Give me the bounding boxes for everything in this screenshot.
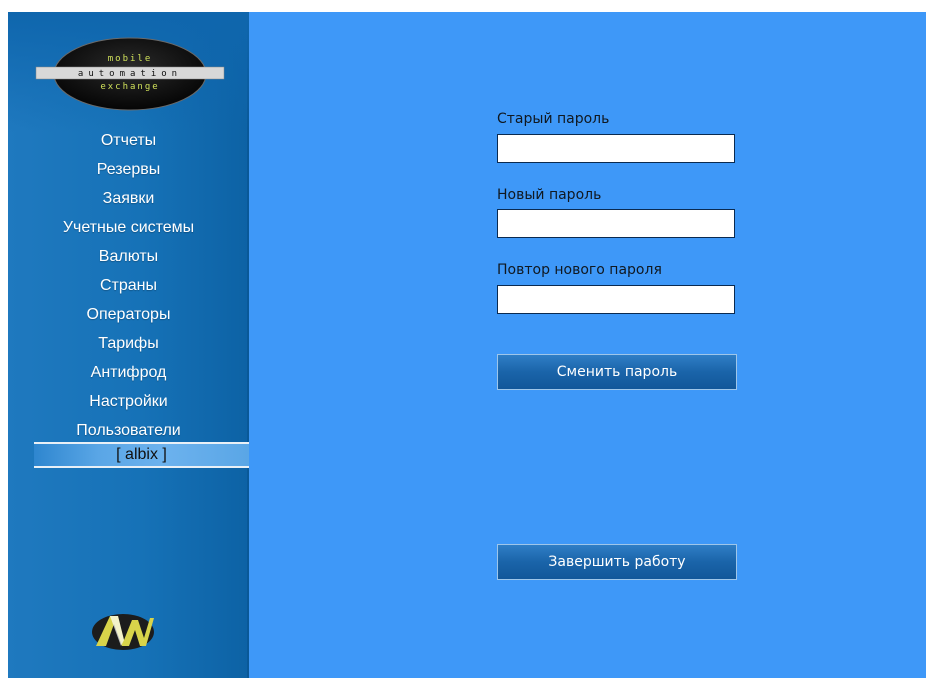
logout-button[interactable]: Завершить работу bbox=[497, 544, 737, 580]
change-password-button[interactable]: Сменить пароль bbox=[497, 354, 737, 390]
sidebar: mobile automation exchange Отчеты Резерв… bbox=[8, 12, 249, 678]
sidebar-item-accounting-systems[interactable]: Учетные системы bbox=[8, 213, 249, 242]
repeat-password-label: Повтор нового пароля bbox=[497, 262, 662, 278]
old-password-label: Старый пароль bbox=[497, 111, 610, 127]
main-panel: Старый пароль Новый пароль Повтор нового… bbox=[249, 12, 926, 678]
logo-text-exchange: exchange bbox=[100, 82, 159, 92]
sidebar-item-requests[interactable]: Заявки bbox=[8, 184, 249, 213]
sidebar-item-reports[interactable]: Отчеты bbox=[8, 126, 249, 155]
logo-text-mobile: mobile bbox=[108, 54, 153, 64]
mobile-automation-exchange-logo: mobile automation exchange bbox=[35, 37, 225, 111]
sidebar-divider-bottom bbox=[34, 466, 249, 468]
sidebar-item-reserves[interactable]: Резервы bbox=[8, 155, 249, 184]
new-password-label: Новый пароль bbox=[497, 187, 602, 203]
sidebar-nav: Отчеты Резервы Заявки Учетные системы Ва… bbox=[8, 126, 249, 445]
sidebar-item-tariffs[interactable]: Тарифы bbox=[8, 329, 249, 358]
aw-logo-icon: AW bbox=[92, 614, 154, 651]
sidebar-item-countries[interactable]: Страны bbox=[8, 271, 249, 300]
sidebar-item-operators[interactable]: Операторы bbox=[8, 300, 249, 329]
logo-text-automation: automation bbox=[78, 69, 182, 79]
sidebar-item-settings[interactable]: Настройки bbox=[8, 387, 249, 416]
sidebar-item-users[interactable]: Пользователи bbox=[8, 416, 249, 445]
current-user-item[interactable]: [ albix ] bbox=[34, 444, 249, 466]
aw-logo-text: AW bbox=[120, 646, 127, 651]
repeat-password-input[interactable] bbox=[497, 285, 735, 314]
sidebar-item-currencies[interactable]: Валюты bbox=[8, 242, 249, 271]
old-password-input[interactable] bbox=[497, 134, 735, 163]
sidebar-item-antifraud[interactable]: Антифрод bbox=[8, 358, 249, 387]
new-password-input[interactable] bbox=[497, 209, 735, 238]
app-window: mobile automation exchange Отчеты Резерв… bbox=[8, 12, 926, 678]
